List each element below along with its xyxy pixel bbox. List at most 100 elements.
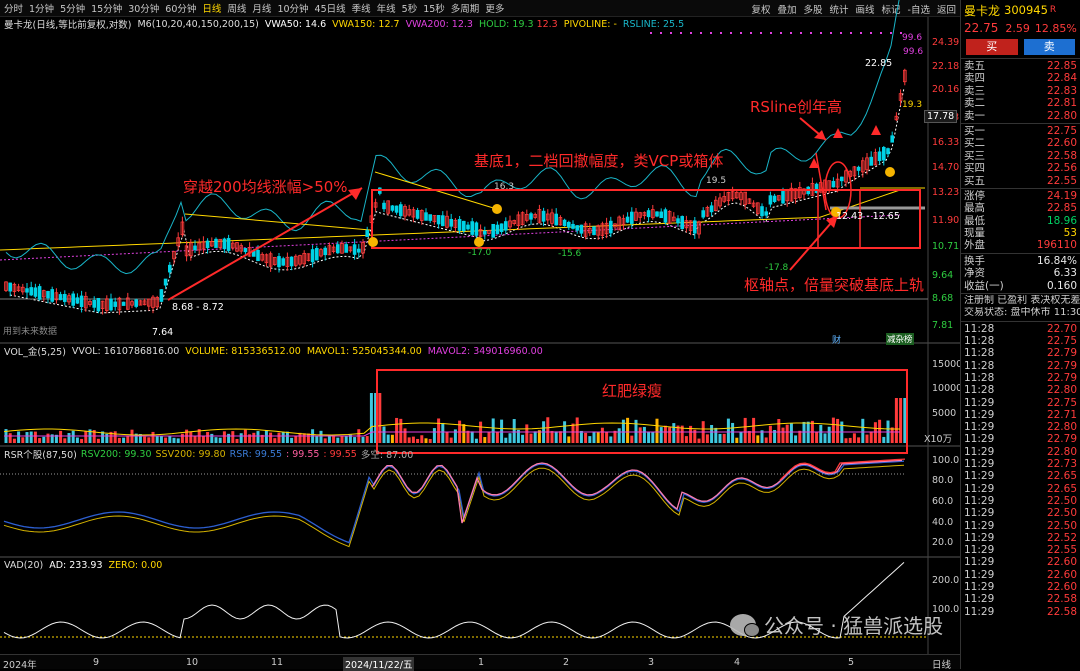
asks-row[interactable]: 卖二 22.81 (961, 97, 1080, 109)
volume-bar (873, 422, 877, 443)
stats-list-2: 换手 16.84% 净资 6.33 收益(一) 0.160 (961, 255, 1080, 292)
tick-time: 11:29 (964, 568, 995, 581)
tick-list[interactable]: 11:28 22.70 11:28 22.75 11:28 22.79 11:28 22.79… (961, 323, 1080, 618)
time-tick: 10 (186, 657, 199, 668)
candle (609, 220, 613, 234)
candle (499, 223, 504, 233)
tick-price: 22.65 (1046, 482, 1077, 495)
candle (592, 226, 596, 236)
volume-bar (470, 431, 474, 443)
stats2-row[interactable]: 换手 16.84% (961, 255, 1080, 267)
tick-time: 11:29 (964, 531, 995, 544)
tick-time: 11:29 (964, 433, 995, 446)
volume-bar (80, 438, 84, 443)
volume-bar (8, 433, 12, 443)
stats2-row[interactable]: 收益(一) 0.160 (961, 280, 1080, 292)
volume-bar (176, 438, 180, 443)
candle (680, 216, 684, 230)
time-tick: 11 (271, 657, 284, 668)
stats2-row[interactable]: 净资 6.33 (961, 267, 1080, 279)
volume-bar (861, 418, 865, 443)
asks-row[interactable]: 卖三 22.83 (961, 85, 1080, 97)
vad-legend: VAD(20) AD: 233.93 ZERO: 0.00 (4, 558, 168, 572)
reduce-badge[interactable]: 减杂榜 (886, 333, 914, 345)
rsr-value3: : 99.55 (323, 448, 357, 460)
volume-bar (151, 431, 155, 443)
candle (701, 210, 705, 218)
volume-bar (525, 424, 529, 443)
row-value: 18.96 (1046, 214, 1077, 227)
tick-price: 22.60 (1046, 556, 1077, 569)
stats1-row[interactable]: 外盘 196110 (961, 239, 1080, 251)
row-label: 卖三 (964, 84, 985, 97)
volume-bar (298, 432, 302, 443)
quote-panel: 曼卡龙 300945 R 22.75 2.59 12.85% 买 卖 卖五 22.… (960, 0, 1080, 669)
tick-row: 11:29 22.73 (961, 458, 1080, 470)
rs-dot (850, 32, 852, 34)
candle (79, 295, 84, 308)
volume-bar (294, 436, 298, 443)
bids-row[interactable]: 买二 22.60 (961, 137, 1080, 149)
tick-price: 22.65 (1046, 470, 1077, 483)
candle (8, 282, 13, 292)
stats1-row[interactable]: 涨停 24.19 (961, 190, 1080, 202)
candle (571, 223, 575, 229)
time-tick: 4 (734, 657, 741, 668)
volume-bar (25, 432, 29, 443)
candle (394, 205, 399, 213)
candle (314, 247, 319, 261)
tick-row: 11:29 22.50 (961, 507, 1080, 519)
sell-button[interactable]: 卖 (1023, 39, 1075, 55)
volume-bar (218, 437, 222, 443)
volume-bar (407, 437, 411, 443)
asks-row[interactable]: 卖一 22.80 (961, 110, 1080, 122)
candle (113, 301, 118, 307)
low-764: 7.64 (152, 327, 174, 338)
stock-code: 300945 (1004, 3, 1048, 17)
finance-badge[interactable]: 财 (832, 333, 841, 346)
buy-button[interactable]: 买 (966, 39, 1018, 55)
volume-bar (290, 437, 294, 443)
row-value: 24.19 (1046, 189, 1077, 202)
stats1-row[interactable]: 最高 22.85 (961, 202, 1080, 214)
candle (470, 221, 474, 235)
asks-row[interactable]: 卖四 22.84 (961, 72, 1080, 84)
rsr-legend: RSR个股(87,50) RSV200: 99.30 SSV200: 99.80… (4, 447, 419, 462)
bids-row[interactable]: 买五 22.55 (961, 175, 1080, 187)
row-value: 196110 (1036, 239, 1077, 252)
candle (646, 210, 651, 218)
volume-bar (735, 437, 739, 443)
volume-bar (369, 393, 373, 443)
stats1-row[interactable]: 现量 53 (961, 227, 1080, 239)
bids-row[interactable]: 买一 22.75 (961, 125, 1080, 137)
bids-row[interactable]: 买四 22.56 (961, 162, 1080, 174)
tick-price: 22.60 (1046, 581, 1077, 594)
volume-bar (420, 435, 424, 443)
asks-row[interactable]: 卖五 22.85 (961, 60, 1080, 72)
volume-bar (180, 433, 184, 443)
candle (352, 244, 357, 255)
candle (163, 278, 168, 286)
volume-bar (411, 436, 415, 443)
base-range-label: 8.68 - 8.72 (172, 302, 224, 313)
bids-row[interactable]: 买三 22.58 (961, 150, 1080, 162)
candle (365, 230, 369, 237)
stats1-row[interactable]: 最低 18.96 (961, 215, 1080, 227)
candle (226, 238, 231, 251)
tick-row: 11:29 22.71 (961, 409, 1080, 421)
volume-bar (17, 431, 21, 443)
candle (659, 211, 663, 219)
volume-bar (865, 434, 869, 443)
volume-bar (634, 419, 638, 443)
candle (869, 156, 873, 166)
volume-bar (336, 437, 340, 443)
tick-price: 22.75 (1046, 335, 1077, 348)
volume-bar (277, 432, 281, 443)
candle (281, 258, 285, 266)
volume-bar (605, 432, 609, 443)
candle (50, 289, 54, 302)
volume-bar (638, 427, 642, 443)
volume-bar (252, 432, 256, 443)
tick-time: 11:29 (964, 544, 995, 557)
volume-bar (869, 431, 873, 443)
